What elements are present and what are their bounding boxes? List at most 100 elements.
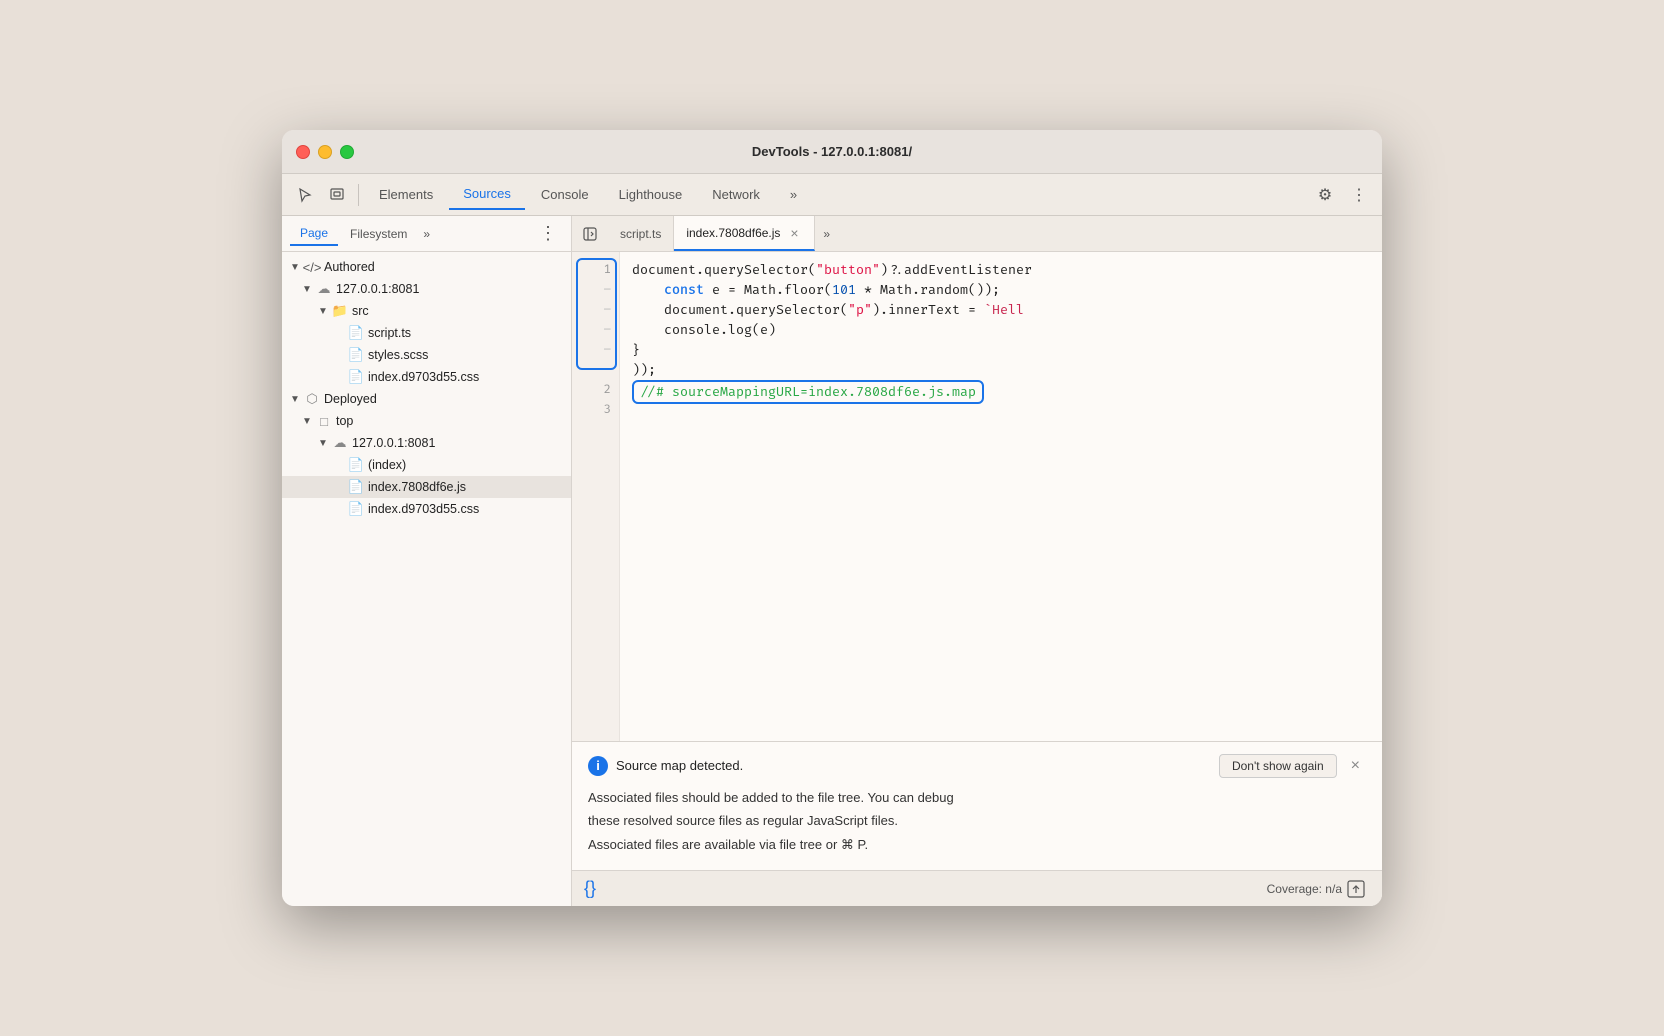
tree-node-label: Deployed [324,392,377,406]
file-icon: 📄 [348,325,364,341]
code-line: //# sourceMappingURL=index.7808df6e.js.m… [632,380,1370,400]
sidebar-tab-more[interactable]: » [419,223,434,245]
toolbar-separator-1 [358,184,359,206]
list-item[interactable]: 📄 styles.scss [282,344,571,366]
notification-line-2: these resolved source files as regular J… [588,811,1366,831]
line-number: – [591,340,611,360]
tab-console[interactable]: Console [527,180,603,210]
page-icon: □ [316,413,332,429]
tab-script-ts[interactable]: script.ts [608,216,674,251]
list-item[interactable]: ▼ 📁 src [282,300,571,322]
main-toolbar: Elements Sources Console Lighthouse Netw… [282,174,1382,216]
notification-body: Associated files should be added to the … [588,788,1366,855]
tree-node-label: index.d9703d55.css [368,370,479,384]
file-icon: 📄 [348,457,364,473]
format-button[interactable]: {} [584,878,596,899]
sidebar: Page Filesystem » ⋮ ▼ </> Authored ▼ ☁ [282,216,572,906]
list-item[interactable]: ▼ </> Authored [282,256,571,278]
cursor-icon[interactable] [290,180,320,210]
notification-header: i Source map detected. Don't show again … [588,754,1366,778]
code-line: const e = Math.floor(101 * Math.random()… [632,280,1370,300]
list-item[interactable]: 📄 (index) [282,454,571,476]
file-icon: 📄 [348,479,364,495]
list-item[interactable]: ▼ □ top [282,410,571,432]
more-options-icon[interactable]: ⋮ [1344,180,1374,210]
tree-node-label: script.ts [368,326,411,340]
maximize-button[interactable] [340,145,354,159]
sidebar-tab-page[interactable]: Page [290,222,338,246]
sidebar-tab-filesystem[interactable]: Filesystem [340,223,417,245]
code-editor: 1 – – – – 2 3 document.querySelector("bu… [572,252,1382,741]
file-icon: 📄 [348,369,364,385]
tree-node-label: index.7808df6e.js [368,480,466,494]
code-content: document.querySelector("button")?.addEve… [620,252,1382,741]
tree-node-label: 127.0.0.1:8081 [336,282,419,296]
line-number: 3 [591,400,611,420]
arrow-icon: ▼ [290,394,300,405]
cloud-icon: ☁ [316,281,332,297]
list-item[interactable]: ▼ ☁ 127.0.0.1:8081 [282,432,571,454]
list-item[interactable]: ▼ ⬡ Deployed [282,388,571,410]
coverage-label: Coverage: n/a [1267,882,1342,896]
sidebar-tree: ▼ </> Authored ▼ ☁ 127.0.0.1:8081 ▼ 📁 sr… [282,252,571,906]
close-tab-icon[interactable]: × [786,225,802,241]
info-icon: i [588,756,608,776]
line-number: – [591,280,611,300]
notification-line-3: Associated files are available via file … [588,835,1366,855]
arrow-icon: ▼ [290,262,300,273]
file-icon: 📄 [348,347,364,363]
code-line: document.querySelector("button")?.addEve… [632,260,1370,280]
notification-title: Source map detected. [616,758,1211,773]
editor-tab-more[interactable]: » [815,227,838,241]
tree-node-label: index.d9703d55.css [368,502,479,516]
arrow-icon: ▼ [302,416,312,427]
sidebar-menu-button[interactable]: ⋮ [533,221,563,246]
list-item[interactable]: 📄 index.d9703d55.css [282,366,571,388]
titlebar: DevTools - 127.0.0.1:8081/ [282,130,1382,174]
list-item[interactable]: ▼ ☁ 127.0.0.1:8081 [282,278,571,300]
code-line: } [632,340,1370,360]
list-item[interactable]: 📄 index.d9703d55.css [282,498,571,520]
box-icon: ⬡ [304,391,320,407]
list-item[interactable]: 📄 script.ts [282,322,571,344]
line-number: – [591,320,611,340]
file-icon: 📄 [348,501,364,517]
list-item[interactable]: 📄 index.7808df6e.js [282,476,571,498]
settings-icon[interactable]: ⚙ [1310,180,1340,210]
tab-index-js[interactable]: index.7808df6e.js × [674,216,815,251]
editor-tab-bar: script.ts index.7808df6e.js × » [572,216,1382,252]
minimize-button[interactable] [318,145,332,159]
tree-node-label: 127.0.0.1:8081 [352,436,435,450]
tab-sources[interactable]: Sources [449,180,525,210]
scroll-to-top-icon[interactable] [1342,875,1370,903]
line-numbers: 1 – – – – 2 3 [572,252,620,741]
tree-node-label: (index) [368,458,406,472]
folder-icon: 📁 [332,303,348,319]
notification-panel: i Source map detected. Don't show again … [572,741,1382,871]
notification-line-1: Associated files should be added to the … [588,788,1366,808]
collapse-sidebar-button[interactable] [576,220,604,248]
tab-network[interactable]: Network [698,180,774,210]
devtools-window: DevTools - 127.0.0.1:8081/ Elements Sour… [282,130,1382,906]
main-content: Page Filesystem » ⋮ ▼ </> Authored ▼ ☁ [282,216,1382,906]
editor-area: script.ts index.7808df6e.js × » 1 – – – … [572,216,1382,906]
tree-node-label: src [352,304,369,318]
close-notification-icon[interactable]: × [1345,755,1366,777]
code-line: document.querySelector("p").innerText = … [632,300,1370,320]
tab-more[interactable]: » [776,180,811,210]
tree-node-label: Authored [324,260,375,274]
arrow-icon: ▼ [318,306,328,317]
window-title: DevTools - 127.0.0.1:8081/ [752,144,912,159]
code-line: console.log(e) [632,320,1370,340]
tree-node-label: top [336,414,353,428]
line-number: – [591,300,611,320]
dont-show-again-button[interactable]: Don't show again [1219,754,1337,778]
code-icon: </> [304,259,320,275]
inspect-icon[interactable] [322,180,352,210]
arrow-icon: ▼ [302,284,312,295]
close-button[interactable] [296,145,310,159]
tab-elements[interactable]: Elements [365,180,447,210]
tab-lighthouse[interactable]: Lighthouse [605,180,697,210]
line-number: 1 [591,260,611,280]
cloud-icon: ☁ [332,435,348,451]
